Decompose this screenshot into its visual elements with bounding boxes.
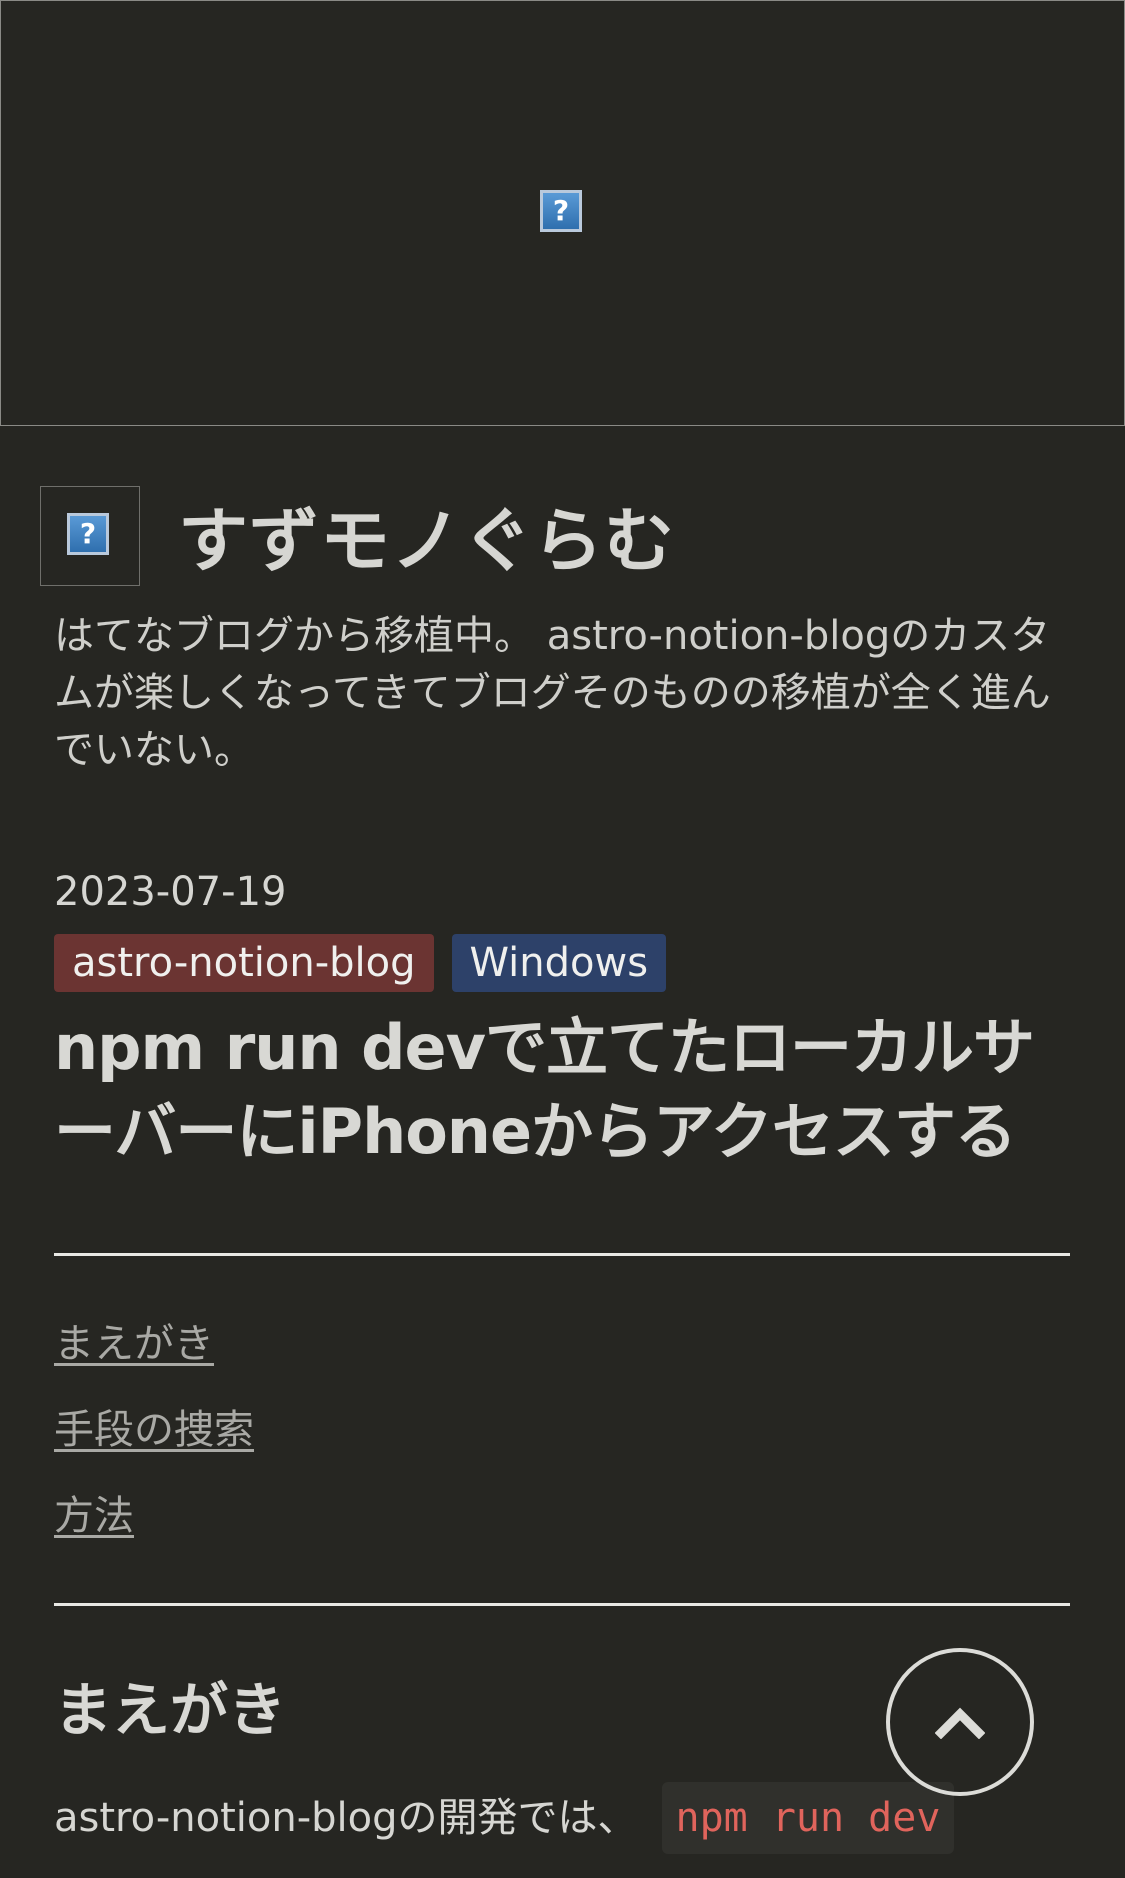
chevron-up-icon: [935, 1707, 985, 1739]
toc-item: 手段の捜索: [54, 1402, 254, 1488]
broken-image-icon: ?: [540, 190, 582, 232]
cover-image: ?: [0, 0, 1125, 426]
toc-divider-top: [54, 1253, 1070, 1256]
toc-link-shudan[interactable]: 手段の捜索: [54, 1407, 254, 1453]
toc-link-maegaki[interactable]: まえがき: [54, 1321, 214, 1367]
post-date: 2023-07-19: [54, 869, 287, 915]
table-of-contents: まえがき 手段の捜索 方法: [54, 1316, 254, 1574]
broken-image-icon: ?: [67, 513, 109, 555]
site-logo[interactable]: ?: [40, 486, 140, 586]
scroll-to-top-button[interactable]: [886, 1648, 1034, 1796]
post-title: npm run devで立てたローカルサーバーにiPhoneからアクセスする: [54, 1011, 1035, 1168]
tag-astro-notion-blog[interactable]: astro-notion-blog: [54, 934, 434, 992]
paragraph-text: astro-notion-blogの開発では、: [54, 1795, 638, 1841]
body-paragraph: astro-notion-blogの開発では、 npm run dev: [54, 1782, 955, 1854]
section-heading: まえがき: [54, 1676, 287, 1744]
post-tags: astro-notion-blog Windows: [54, 934, 667, 992]
toc-item: 方法: [54, 1488, 254, 1574]
toc-divider-bottom: [54, 1603, 1070, 1606]
site-title[interactable]: すずモノぐらむ: [178, 496, 675, 586]
toc-item: まえがき: [54, 1316, 254, 1402]
toc-link-houhou[interactable]: 方法: [54, 1493, 134, 1539]
inline-code: npm run dev: [661, 1782, 955, 1854]
site-description: はてなブログから移植中。 astro-notion-blogのカスタムが楽しくな…: [54, 613, 1051, 773]
tag-windows[interactable]: Windows: [451, 934, 667, 992]
